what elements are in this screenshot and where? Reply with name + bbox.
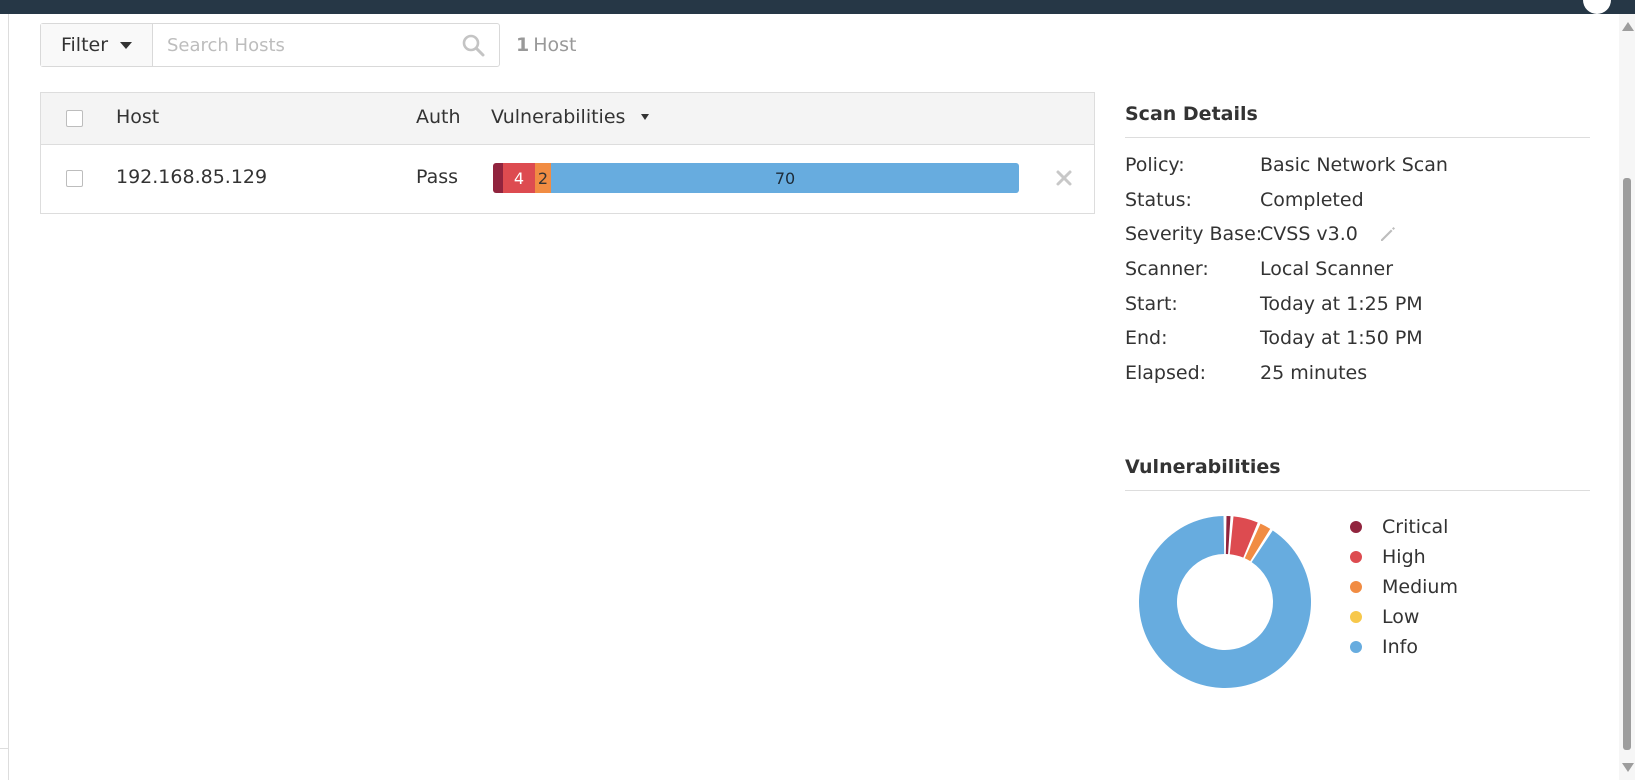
chart-legend: Critical High Medium Low Info bbox=[1350, 512, 1458, 662]
legend-item-critical[interactable]: Critical bbox=[1350, 512, 1458, 542]
scan-details-title: Scan Details bbox=[1125, 103, 1590, 138]
legend-item-high[interactable]: High bbox=[1350, 542, 1458, 572]
legend-item-low[interactable]: Low bbox=[1350, 602, 1458, 632]
detail-value: Today at 1:50 PM bbox=[1260, 327, 1423, 349]
top-navigation-bar bbox=[0, 0, 1635, 14]
filter-search-group: Filter bbox=[40, 23, 500, 67]
user-avatar[interactable] bbox=[1583, 0, 1611, 14]
caret-down-icon bbox=[120, 41, 133, 49]
donut-slice-info[interactable] bbox=[1139, 516, 1311, 688]
policy-value: Basic Network Scan bbox=[1260, 154, 1448, 176]
vulnerability-bar-high[interactable]: 4 bbox=[503, 163, 535, 193]
legend-label: Medium bbox=[1382, 576, 1458, 598]
table-row[interactable]: 192.168.85.129 Pass 4 2 70 bbox=[41, 145, 1094, 213]
search-icon[interactable] bbox=[461, 33, 485, 57]
left-divider bbox=[8, 14, 9, 780]
detail-label: End: bbox=[1125, 327, 1168, 350]
detail-label: Severity Base: bbox=[1125, 223, 1263, 246]
detail-label: Policy: bbox=[1125, 154, 1185, 176]
legend-label: High bbox=[1382, 546, 1426, 568]
left-divider-tick bbox=[0, 748, 9, 749]
sort-desc-icon bbox=[641, 114, 650, 120]
scroll-down-arrow[interactable] bbox=[1622, 763, 1634, 772]
scan-details-list: Policy: Basic Network Scan Status: Compl… bbox=[1125, 152, 1590, 395]
filter-button-label: Filter bbox=[60, 34, 109, 56]
column-header-auth[interactable]: Auth bbox=[416, 106, 461, 128]
host-count-label: Host bbox=[533, 34, 577, 56]
detail-row-status: Status: Completed bbox=[1125, 187, 1590, 222]
detail-row-start: Start: Today at 1:25 PM bbox=[1125, 291, 1590, 326]
legend-label: Info bbox=[1382, 636, 1418, 658]
detail-row-end: End: Today at 1:50 PM bbox=[1125, 325, 1590, 360]
detail-value: Completed bbox=[1260, 189, 1364, 211]
close-icon[interactable] bbox=[1051, 165, 1077, 191]
vulnerabilities-title: Vulnerabilities bbox=[1125, 456, 1590, 491]
detail-value: 25 minutes bbox=[1260, 362, 1367, 384]
column-header-host[interactable]: Host bbox=[116, 106, 159, 128]
detail-value: Basic Network Scan bbox=[1260, 154, 1448, 176]
detail-row-policy: Policy: Basic Network Scan bbox=[1125, 152, 1590, 187]
pencil-icon[interactable] bbox=[1378, 224, 1398, 244]
column-header-vulnerabilities[interactable]: Vulnerabilities bbox=[491, 106, 650, 128]
auth-status: Pass bbox=[416, 166, 459, 188]
severity-base-value: CVSS v3.0 bbox=[1260, 223, 1358, 246]
search-hosts-input[interactable] bbox=[153, 24, 499, 66]
host-count: 1 Host bbox=[516, 34, 577, 56]
legend-dot-medium bbox=[1350, 581, 1362, 593]
vulnerability-bar-critical[interactable] bbox=[493, 163, 503, 193]
detail-value: Today at 1:25 PM bbox=[1260, 293, 1423, 315]
legend-item-info[interactable]: Info bbox=[1350, 632, 1458, 662]
legend-label: Critical bbox=[1382, 516, 1449, 538]
detail-row-elapsed: Elapsed: 25 minutes bbox=[1125, 360, 1590, 395]
hosts-table: Host Auth Vulnerabilities 192.168.85.129… bbox=[40, 92, 1095, 214]
detail-label: Scanner: bbox=[1125, 258, 1209, 281]
detail-label: Start: bbox=[1125, 292, 1178, 315]
vulnerabilities-panel: Vulnerabilities Critical High Medium Low… bbox=[1125, 456, 1590, 688]
legend-label: Low bbox=[1382, 606, 1420, 628]
scroll-up-arrow[interactable] bbox=[1622, 22, 1634, 31]
status-value: Completed bbox=[1260, 188, 1364, 211]
row-checkbox[interactable] bbox=[66, 170, 83, 187]
filter-bar: Filter 1Host bbox=[40, 23, 577, 67]
scan-details-panel: Scan Details Policy: Basic Network Scan … bbox=[1125, 103, 1590, 395]
detail-label: Elapsed: bbox=[1125, 362, 1207, 385]
detail-value: Local Scanner bbox=[1260, 258, 1393, 280]
filter-dropdown-button[interactable]: Filter bbox=[41, 24, 153, 66]
detail-value: CVSS v3.0 bbox=[1260, 223, 1398, 245]
legend-dot-info bbox=[1350, 641, 1362, 653]
select-all-checkbox[interactable] bbox=[66, 110, 83, 127]
legend-item-medium[interactable]: Medium bbox=[1350, 572, 1458, 602]
detail-row-scanner: Scanner: Local Scanner bbox=[1125, 256, 1590, 291]
detail-row-severity-base: Severity Base: CVSS v3.0 bbox=[1125, 221, 1590, 256]
column-header-vulnerabilities-label: Vulnerabilities bbox=[491, 106, 626, 128]
legend-dot-high bbox=[1350, 551, 1362, 563]
scroll-thumb[interactable] bbox=[1623, 178, 1631, 750]
scanner-value: Local Scanner bbox=[1260, 258, 1394, 281]
vulnerabilities-donut-chart[interactable] bbox=[1135, 512, 1315, 692]
vulnerability-bar-medium[interactable]: 2 bbox=[535, 163, 551, 193]
detail-label: Status: bbox=[1125, 188, 1192, 211]
elapsed-value: 25 minutes bbox=[1260, 362, 1368, 385]
end-value: Today at 1:50 PM bbox=[1260, 327, 1423, 350]
legend-dot-critical bbox=[1350, 521, 1362, 533]
vulnerability-bar-info[interactable]: 70 bbox=[551, 163, 1019, 193]
start-value: Today at 1:25 PM bbox=[1260, 292, 1423, 315]
host-count-number: 1 bbox=[516, 34, 530, 56]
donut-slice-critical[interactable] bbox=[1225, 516, 1231, 555]
vertical-scrollbar[interactable] bbox=[1619, 14, 1635, 780]
vulnerability-bar[interactable]: 4 2 70 bbox=[493, 163, 1019, 193]
host-address[interactable]: 192.168.85.129 bbox=[116, 166, 267, 188]
search-wrap bbox=[153, 24, 499, 66]
table-header: Host Auth Vulnerabilities bbox=[41, 93, 1094, 145]
legend-dot-low bbox=[1350, 611, 1362, 623]
